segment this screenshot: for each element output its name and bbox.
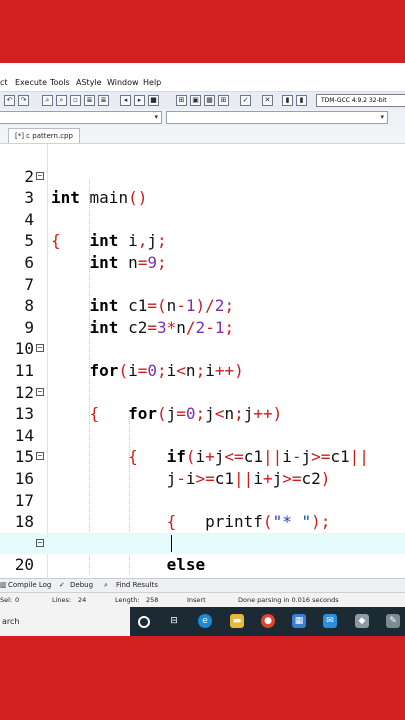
store-icon[interactable]: ▦ xyxy=(292,614,306,628)
tab-compile-log[interactable]: Compile Log xyxy=(8,581,51,589)
run-icon[interactable]: ▣ xyxy=(190,95,201,106)
toolbar: ↶ ↷ ⌕ ⌕ ▫ ≣ ≣ ◂ ▸ ■ ⊞ ▣ ▦ ⊞ ✓ ✕ ▮ ▮ TDM-… xyxy=(0,91,405,111)
file-explorer-icon[interactable]: ▬ xyxy=(230,614,244,628)
goto-line-icon[interactable]: ≣ xyxy=(84,95,95,106)
windows-taskbar: arch ⊟ e ▬ ● ▦ ✉ ◆ ✎ xyxy=(0,607,405,636)
menu-bar: ct Execute Tools AStyle Window Help xyxy=(0,76,405,90)
debug-icon[interactable]: ✓ xyxy=(240,95,251,106)
status-message: Done parsing in 0.016 seconds xyxy=(238,596,339,604)
status-bar: Sel: 0 Lines: 24 Length: 258 Insert Done… xyxy=(0,592,405,608)
status-length: 258 xyxy=(146,596,159,604)
devcpp-icon[interactable]: ✎ xyxy=(386,614,400,628)
code-line: 4 int i,j; xyxy=(0,187,405,251)
red-bottom-band xyxy=(0,636,405,720)
chevron-down-icon: ▾ xyxy=(154,113,158,121)
status-sel: 0 xyxy=(15,596,20,604)
stop-icon[interactable]: ✕ xyxy=(262,95,273,106)
fold-toggle-icon[interactable]: − xyxy=(36,452,44,461)
task-view-icon[interactable]: ⊟ xyxy=(167,614,181,628)
code-line: 5 int n=9; xyxy=(0,209,405,272)
compile-log-icon: ▥ xyxy=(0,581,7,589)
status-length-label: Length: xyxy=(115,596,140,604)
code-line: 6 xyxy=(0,230,405,272)
replace-icon[interactable]: ⌕ xyxy=(56,95,67,106)
status-sel-label: Sel: xyxy=(0,596,13,604)
undo-icon[interactable]: ↶ xyxy=(4,95,15,106)
code-line: 3 − { xyxy=(0,166,405,250)
redo-icon[interactable]: ↷ xyxy=(18,95,29,106)
code-line: 12 for(j=0;j<n;j++) xyxy=(0,360,405,424)
code-line: 16 − { xyxy=(0,446,405,531)
compile-run-icon[interactable]: ▦ xyxy=(204,95,215,106)
code-line: 21 } xyxy=(0,554,405,618)
menu-astyle[interactable]: AStyle xyxy=(76,78,102,87)
code-line: 9 xyxy=(0,295,405,337)
app-icon[interactable]: ◆ xyxy=(355,614,369,628)
rebuild-icon[interactable]: ⊞ xyxy=(218,95,229,106)
code-line: 11 − { xyxy=(0,338,405,423)
status-mode: Insert xyxy=(187,596,206,604)
chart-icon[interactable]: ▮ xyxy=(282,95,293,106)
code-line: 7 int c1=(n-1)/2; xyxy=(0,252,405,316)
menu-execute[interactable]: Execute xyxy=(15,78,47,87)
debug-check-icon: ✓ xyxy=(59,581,65,589)
find-results-icon: ⌕ xyxy=(104,581,108,589)
menu-help[interactable]: Help xyxy=(143,78,161,87)
edge-browser-icon[interactable]: e xyxy=(198,614,212,628)
compile-icon[interactable]: ⊞ xyxy=(176,95,187,106)
menu-window[interactable]: Window xyxy=(107,78,139,87)
toggle-bookmark-icon[interactable]: ■ xyxy=(148,95,159,106)
menu-tools[interactable]: Tools xyxy=(50,78,70,87)
goto-function-icon[interactable]: ≣ xyxy=(98,95,109,106)
compiler-select[interactable]: TDM-GCC 4.9.2 32-bit xyxy=(316,94,405,107)
fold-toggle-icon[interactable]: − xyxy=(36,387,44,396)
code-line-current: 20 − { xyxy=(0,532,405,618)
menu-project[interactable]: ct xyxy=(0,78,8,87)
bottom-panel-tabs: ▥ Compile Log ✓ Debug ⌕ Find Results xyxy=(0,578,405,592)
code-line: 18 } xyxy=(0,490,405,553)
tab-find-results[interactable]: Find Results xyxy=(116,581,158,589)
mail-icon[interactable]: ✉ xyxy=(323,614,337,628)
fold-toggle-icon[interactable]: − xyxy=(36,344,44,353)
bookmark-next-icon[interactable]: ▸ xyxy=(134,95,145,106)
code-line: 8 int c2=3*n/2-1; xyxy=(0,274,405,337)
code-line: 13 − { xyxy=(0,382,405,466)
member-select[interactable]: ▾ xyxy=(166,111,388,124)
status-lines: 24 xyxy=(78,596,87,604)
status-lines-label: Lines: xyxy=(52,596,72,604)
cortana-icon[interactable] xyxy=(138,616,150,628)
class-browser-row: ▾ ▾ xyxy=(0,109,405,128)
file-tab[interactable]: [*] c pattern.cpp xyxy=(8,128,80,143)
taskbar-search-box[interactable]: arch xyxy=(0,607,130,636)
bookmark-prev-icon[interactable]: ◂ xyxy=(120,95,131,106)
code-line: 10 for(i=0;i<n;i++) xyxy=(0,317,405,380)
code-line: 15 j-i>=c1||i+j>=c2) xyxy=(0,425,405,488)
tab-debug[interactable]: Debug xyxy=(70,581,93,589)
code-line: 19 else xyxy=(0,511,405,575)
code-line: 14 if(i+j<=c1||i-j>=c1|| xyxy=(0,403,405,467)
profile-icon[interactable]: ▮ xyxy=(296,95,307,106)
find-next-icon[interactable]: ▫ xyxy=(70,95,81,106)
fold-toggle-icon[interactable]: − xyxy=(36,171,44,180)
code-line: 17 printf("* "); xyxy=(0,468,405,532)
text-caret xyxy=(171,534,172,552)
fold-toggle-icon[interactable]: − xyxy=(36,538,44,547)
chevron-down-icon: ▾ xyxy=(380,113,384,121)
code-line: 2 int main() xyxy=(0,144,405,208)
editor-tab-bar: [*] c pattern.cpp xyxy=(0,127,405,144)
red-top-band xyxy=(0,0,405,63)
class-select[interactable]: ▾ xyxy=(0,111,162,124)
chrome-icon[interactable]: ● xyxy=(261,614,275,628)
code-editor[interactable]: 2 int main() 3 − { 4 int i,j; 5 int n=9;… xyxy=(0,144,405,618)
find-icon[interactable]: ⌕ xyxy=(42,95,53,106)
ide-window: ct Execute Tools AStyle Window Help ↶ ↷ … xyxy=(0,63,405,636)
